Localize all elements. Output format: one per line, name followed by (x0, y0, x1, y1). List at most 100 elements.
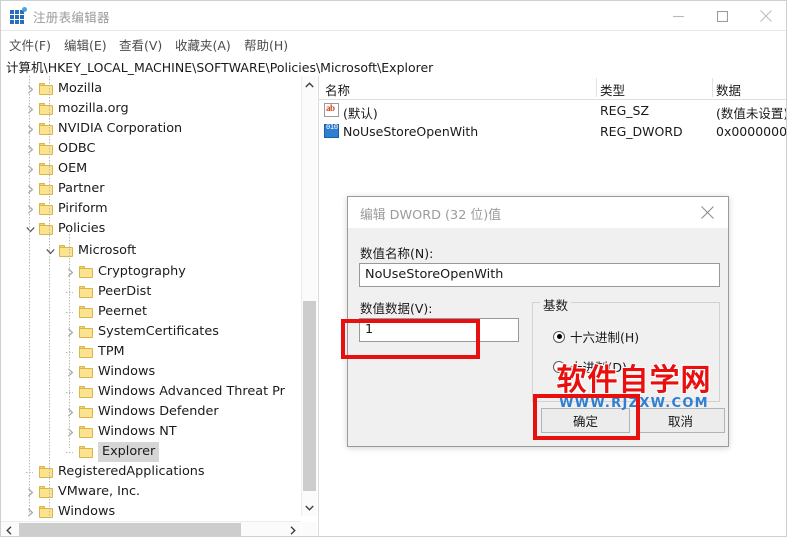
value-name-input-text: NoUseStoreOpenWith (365, 267, 504, 282)
tree-item-nvidia-corporation[interactable]: NVIDIA Corporation (1, 119, 301, 139)
tree-item-registeredapplications[interactable]: RegisteredApplications (1, 462, 301, 482)
tree-item-label: Windows NT (98, 424, 177, 439)
tree-item-label: ODBC (58, 141, 96, 156)
tree-guide-line (69, 231, 70, 448)
scroll-left-arrow[interactable] (1, 522, 17, 536)
chevron-down-icon[interactable] (43, 241, 57, 261)
chevron-right-icon[interactable] (23, 139, 37, 159)
folder-icon (39, 143, 53, 155)
value-name-label: 数值名称(N): (360, 246, 434, 261)
tree-horizontal-scrollbar[interactable] (1, 521, 301, 536)
chevron-right-icon[interactable] (63, 422, 77, 442)
maximize-button[interactable] (700, 1, 744, 31)
tree-item-windows-defender[interactable]: Windows Defender (1, 402, 301, 422)
scroll-right-arrow[interactable] (285, 522, 301, 536)
column-header-name[interactable]: 名称 (325, 80, 350, 99)
chevron-right-icon[interactable] (63, 402, 77, 422)
tree-item-systemcertificates[interactable]: SystemCertificates (1, 322, 301, 342)
tree-item-mozilla[interactable]: Mozilla (1, 79, 301, 99)
tree-item-label: Mozilla (58, 81, 103, 96)
folder-icon (79, 366, 93, 378)
base-group-label: 基数 (540, 295, 572, 314)
tree-item-peerdist[interactable]: PeerDist (1, 282, 301, 302)
radio-dec-indicator (553, 360, 565, 373)
dialog-close-button[interactable] (686, 197, 728, 228)
tree-item-label: mozilla.org (58, 101, 129, 116)
chevron-right-icon[interactable] (23, 79, 37, 99)
tree-item-label: TPM (98, 344, 125, 359)
menu-help[interactable]: 帮助(H) (244, 35, 288, 54)
registry-tree[interactable]: Mozilla mozilla.org NVIDIA Corporation ODBC… (1, 76, 301, 519)
table-row[interactable]: ab (默认) REG_SZ (数值未设置) (319, 100, 786, 121)
cancel-button[interactable]: 取消 (636, 408, 725, 433)
close-button[interactable] (744, 1, 786, 31)
scroll-down-arrow[interactable] (302, 499, 317, 516)
registry-editor-icon (10, 7, 27, 24)
tree-item-windows-advanced-threat-pr[interactable]: Windows Advanced Threat Pr (1, 382, 301, 402)
menu-file[interactable]: 文件(F) (9, 35, 51, 54)
column-divider-2[interactable] (712, 78, 713, 97)
table-row[interactable]: 010 NoUseStoreOpenWith REG_DWORD 0x00000… (319, 121, 787, 142)
address-bar[interactable]: 计算机\HKEY_LOCAL_MACHINE\SOFTWARE\Policies… (1, 54, 786, 129)
registry-tree-pane: Mozilla mozilla.org NVIDIA Corporation ODBC… (1, 76, 319, 536)
chevron-right-icon[interactable] (63, 322, 77, 342)
tree-hscrollbar-thumb[interactable] (19, 523, 241, 536)
tree-item-label: Windows Defender (98, 404, 219, 419)
ok-button-highlight (533, 394, 640, 440)
menu-view[interactable]: 查看(V) (119, 35, 162, 54)
value-list-header: 名称 类型 数据 (319, 76, 786, 100)
chevron-right-icon[interactable] (23, 502, 37, 522)
menu-bar: 文件(F) 编辑(E) 查看(V) 收藏夹(A) 帮助(H) (1, 32, 786, 85)
tree-item-cryptography[interactable]: Cryptography (1, 262, 301, 282)
tree-item-vmware-inc[interactable]: VMware, Inc. (1, 482, 301, 502)
tree-item-label: Windows (98, 364, 156, 379)
tree-item-oem[interactable]: OEM (1, 159, 301, 179)
tree-item-label: Policies (58, 221, 106, 236)
address-path: 计算机\HKEY_LOCAL_MACHINE\SOFTWARE\Policies… (6, 60, 434, 75)
tree-scrollbar-thumb[interactable] (303, 301, 316, 491)
menu-edit[interactable]: 编辑(E) (64, 35, 107, 54)
scroll-up-arrow[interactable] (302, 76, 317, 93)
tree-item-label: Partner (58, 181, 105, 196)
tree-vertical-scrollbar[interactable] (301, 76, 317, 516)
tree-item-policies[interactable]: Policies (1, 219, 301, 239)
tree-item-label: PeerDist (98, 284, 152, 299)
tree-item-partner[interactable]: Partner (1, 179, 301, 199)
titlebar-divider (1, 30, 786, 31)
chevron-right-icon[interactable] (23, 159, 37, 179)
base-radio-group (532, 302, 720, 402)
tree-item-label: Microsoft (78, 243, 137, 258)
value-data-highlight (341, 319, 480, 359)
tree-item-mozilla-org[interactable]: mozilla.org (1, 99, 301, 119)
tree-item-windows[interactable]: Windows (1, 362, 301, 382)
column-divider-1[interactable] (596, 78, 597, 97)
tree-item-microsoft[interactable]: Microsoft (1, 241, 301, 261)
radio-decimal[interactable]: 十进制(D) (553, 357, 627, 376)
tree-item-label: OEM (58, 161, 88, 176)
chevron-right-icon[interactable] (23, 482, 37, 502)
chevron-right-icon[interactable] (23, 99, 37, 119)
radio-hex-indicator (553, 330, 565, 343)
radio-hexadecimal[interactable]: 十六进制(H) (553, 327, 639, 346)
tree-item-peernet[interactable]: Peernet (1, 302, 301, 322)
dialog-title-bar: 编辑 DWORD (32 位)值 (348, 197, 728, 228)
chevron-right-icon[interactable] (63, 362, 77, 382)
column-header-data[interactable]: 数据 (716, 80, 741, 99)
minimize-button[interactable] (656, 1, 700, 31)
column-header-type[interactable]: 类型 (600, 80, 625, 99)
tree-item-windows[interactable]: Windows (1, 502, 301, 522)
chevron-right-icon[interactable] (63, 262, 77, 282)
value-name-input[interactable]: NoUseStoreOpenWith (359, 263, 720, 287)
chevron-right-icon[interactable] (23, 199, 37, 219)
value-data: 0x00000000 (716, 124, 787, 139)
chevron-right-icon[interactable] (23, 119, 37, 139)
chevron-down-icon[interactable] (23, 219, 37, 239)
tree-item-windows-nt[interactable]: Windows NT (1, 422, 301, 442)
tree-item-odbc[interactable]: ODBC (1, 139, 301, 159)
window-controls (656, 1, 786, 31)
tree-item-explorer[interactable]: Explorer (1, 442, 301, 462)
chevron-right-icon[interactable] (23, 179, 37, 199)
tree-item-tpm[interactable]: TPM (1, 342, 301, 362)
tree-item-piriform[interactable]: Piriform (1, 199, 301, 219)
menu-favorites[interactable]: 收藏夹(A) (175, 35, 231, 54)
